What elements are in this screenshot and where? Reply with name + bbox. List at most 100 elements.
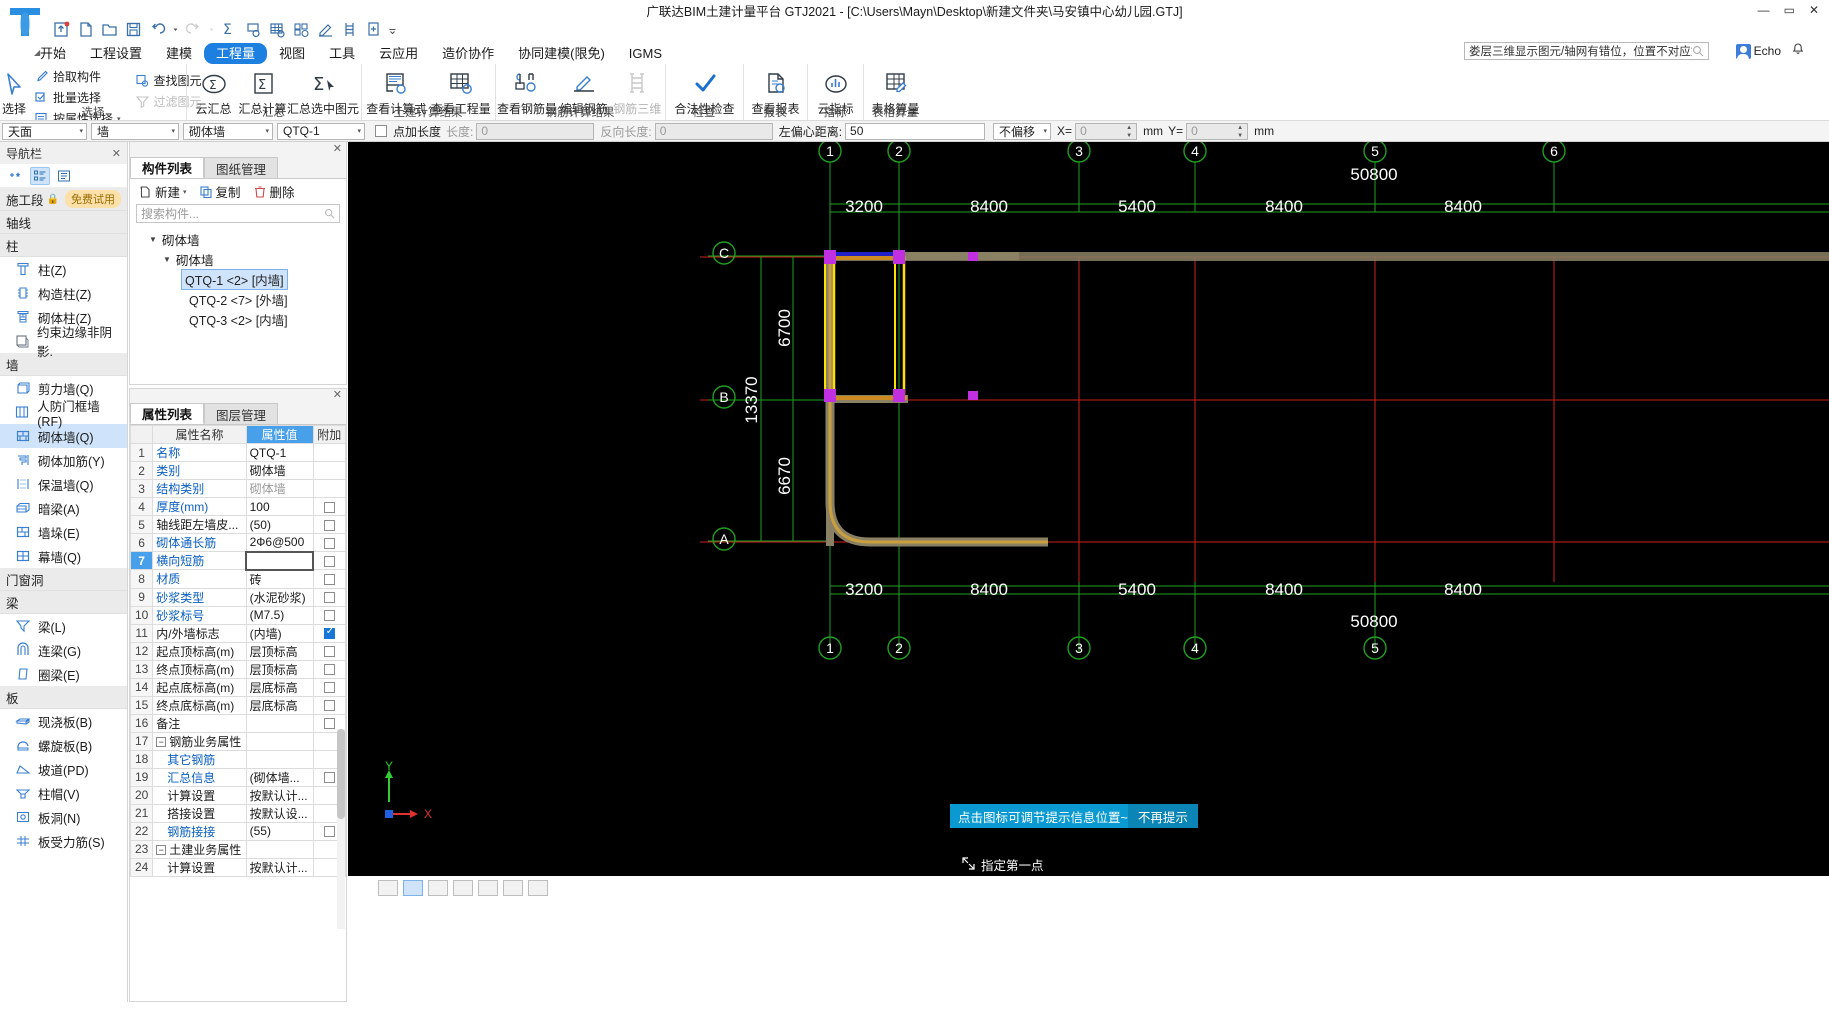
help-search-box[interactable]: 娄层三维显示图元/轴网有错位，位置不对应如何处理？ — [1464, 42, 1709, 60]
sidebar-item-curtain-wall[interactable]: 幕墙(Q) — [0, 544, 127, 568]
list-view-icon[interactable] — [30, 166, 50, 185]
table-row[interactable]: 3 结构类别 砌体墙 — [129, 479, 347, 498]
tab-component-list[interactable]: 构件列表 — [130, 157, 205, 178]
property-value-cell[interactable]: 层顶标高 — [245, 659, 314, 679]
length-input[interactable]: 0 — [476, 122, 595, 140]
table-row[interactable]: 4 厚度(mm) 100 — [129, 497, 347, 516]
table-row[interactable]: 24 计算设置 按默认计... — [129, 857, 347, 877]
new-component-button[interactable]: 新建 ▾ — [138, 182, 187, 201]
wall-type-select[interactable]: 砌体墙 ▾ — [183, 122, 273, 140]
nav-section-slab[interactable]: 板 — [0, 686, 127, 709]
nav-section-beam[interactable]: 梁 — [0, 591, 127, 614]
property-value-cell[interactable]: 层顶标高 — [245, 641, 314, 661]
help-search-input[interactable]: 娄层三维显示图元/轴网有错位，位置不对应如何处理？ — [1469, 43, 1692, 59]
attach-checkbox[interactable] — [324, 555, 335, 567]
sum-icon[interactable]: Σ — [220, 20, 239, 39]
attach-checkbox[interactable] — [323, 682, 335, 694]
add-star-icon[interactable] — [6, 167, 26, 185]
close-button[interactable]: ✕ — [1809, 3, 1819, 17]
table-row[interactable]: 21 搭接设置 按默认设... — [129, 803, 347, 823]
property-value-cell[interactable]: 按默认设... — [245, 803, 314, 823]
nav-section-construction-segment[interactable]: 施工段 🔒 免费试用 — [0, 188, 127, 211]
property-attach-cell[interactable] — [312, 551, 347, 570]
table-row[interactable]: 17− 钢筋业务属性 — [129, 731, 347, 751]
property-value-cell[interactable]: 砌体墙 — [245, 461, 314, 480]
upload-icon[interactable] — [52, 20, 71, 39]
property-attach-cell[interactable] — [312, 677, 347, 697]
chevron-down-icon[interactable]: ▼ — [148, 235, 158, 244]
sidebar-item-hidden-beam[interactable]: 暗梁(A) — [0, 496, 127, 520]
property-value-cell[interactable]: (M7.5) — [245, 605, 314, 625]
property-attach-cell[interactable] — [312, 641, 347, 661]
maximize-button[interactable]: ▭ — [1784, 3, 1795, 17]
table-row[interactable]: 16 备注 — [129, 713, 347, 733]
attach-checkbox[interactable] — [323, 772, 335, 784]
cad-canvas[interactable]: 1 2 3 4 5 6 1 2 3 4 5 C B A 3200 8400 54… — [348, 142, 1829, 852]
table-row[interactable]: 6 砌体通长筋 2Ф6@500 — [129, 533, 347, 552]
property-value-cell[interactable]: 100 — [245, 497, 314, 516]
open-folder-icon[interactable] — [100, 20, 119, 39]
property-value-cell[interactable]: 砌体墙 — [245, 479, 314, 498]
nav-section-openings[interactable]: 门窗洞 — [0, 568, 127, 591]
pick-component-button[interactable]: 拾取构件 — [30, 67, 125, 86]
bottom-tool-5[interactable] — [478, 880, 498, 896]
detail-view-icon[interactable] — [54, 167, 74, 185]
delete-component-button[interactable]: 删除 — [253, 182, 295, 201]
tree-leaf-qtq1[interactable]: QTQ-1 <2> [内墙] — [130, 268, 346, 290]
menu-item-quantity[interactable]: 工程量 — [204, 42, 268, 64]
bottom-tool-1[interactable] — [378, 880, 398, 896]
property-value-cell[interactable] — [245, 839, 314, 859]
bottom-tool-7[interactable] — [528, 880, 548, 896]
table-row[interactable]: 10 砂浆标号 (M7.5) — [129, 605, 347, 625]
property-value-cell[interactable]: (水泥砂浆) — [245, 587, 314, 607]
property-value-cell[interactable]: (50) — [245, 515, 314, 534]
property-attach-cell[interactable] — [312, 515, 347, 534]
bottom-tool-3[interactable] — [428, 880, 448, 896]
property-value-cell[interactable]: 按默认计... — [245, 785, 314, 805]
table-query-icon[interactable] — [268, 20, 287, 39]
undo-caret-icon[interactable] — [172, 20, 179, 39]
sidebar-item-ring-beam[interactable]: 圈梁(E) — [0, 662, 127, 686]
table-row[interactable]: 13 终点顶标高(m) 层顶标高 — [129, 659, 347, 679]
bottom-tool-4[interactable] — [453, 880, 473, 896]
property-value-cell[interactable] — [245, 550, 315, 571]
reverse-length-input[interactable]: 0 — [654, 122, 773, 140]
table-row[interactable]: 23− 土建业务属性 — [129, 839, 347, 859]
point-add-length-checkbox[interactable] — [375, 125, 387, 137]
sidebar-item-wall-pier[interactable]: 墙垛(E) — [0, 520, 127, 544]
table-row[interactable]: 19 汇总信息 (砌体墙... — [129, 767, 347, 787]
tree-leaf-qtq3[interactable]: QTQ-3 <2> [内墙] — [130, 309, 346, 329]
property-scrollbar[interactable] — [337, 729, 345, 929]
table-row[interactable]: 5 轴线距左墙皮... (50) — [129, 515, 347, 534]
attach-checkbox[interactable] — [323, 718, 335, 730]
attach-checkbox[interactable] — [323, 574, 335, 586]
edit-rebar-icon[interactable] — [316, 20, 335, 39]
table-row[interactable]: 12 起点顶标高(m) 层顶标高 — [129, 641, 347, 661]
component-search-input[interactable]: 搜索构件... — [136, 204, 340, 223]
property-attach-cell[interactable] — [312, 695, 347, 715]
redo-icon[interactable] — [184, 20, 203, 39]
property-value-cell[interactable] — [245, 713, 314, 733]
attach-checkbox[interactable] — [323, 610, 335, 622]
sidebar-item-column-cap[interactable]: 柱帽(V) — [0, 781, 127, 805]
property-attach-cell[interactable] — [312, 533, 347, 552]
category-select[interactable]: 墙 ▾ — [91, 122, 179, 140]
menu-item-collab-modeling[interactable]: 协同建模(限免) — [506, 43, 617, 64]
copy-component-button[interactable]: 复制 — [199, 182, 241, 201]
free-trial-badge[interactable]: 免费试用 — [65, 190, 121, 208]
close-icon[interactable]: ✕ — [333, 388, 342, 401]
rebar-query-icon[interactable] — [292, 20, 311, 39]
sidebar-item-slab-rebar[interactable]: 板受力筋(S) — [0, 829, 127, 853]
chevron-down-icon[interactable]: ▼ — [162, 255, 172, 264]
sidebar-item-beam[interactable]: 梁(L) — [0, 614, 127, 638]
attach-checkbox[interactable] — [323, 537, 335, 549]
left-offset-input[interactable]: 50 — [845, 122, 986, 140]
table-row[interactable]: 18 其它钢筋 — [129, 749, 347, 769]
y-input[interactable]: 0 ▲ ▼ — [1186, 122, 1249, 140]
property-attach-cell[interactable] — [312, 497, 347, 516]
property-value-cell[interactable]: 砖 — [245, 569, 314, 589]
y-spinner[interactable]: ▲ ▼ — [1237, 125, 1246, 139]
report-query-icon[interactable] — [244, 20, 263, 39]
property-value-cell[interactable]: (55) — [245, 821, 314, 841]
minimize-button[interactable]: — — [1758, 3, 1770, 17]
